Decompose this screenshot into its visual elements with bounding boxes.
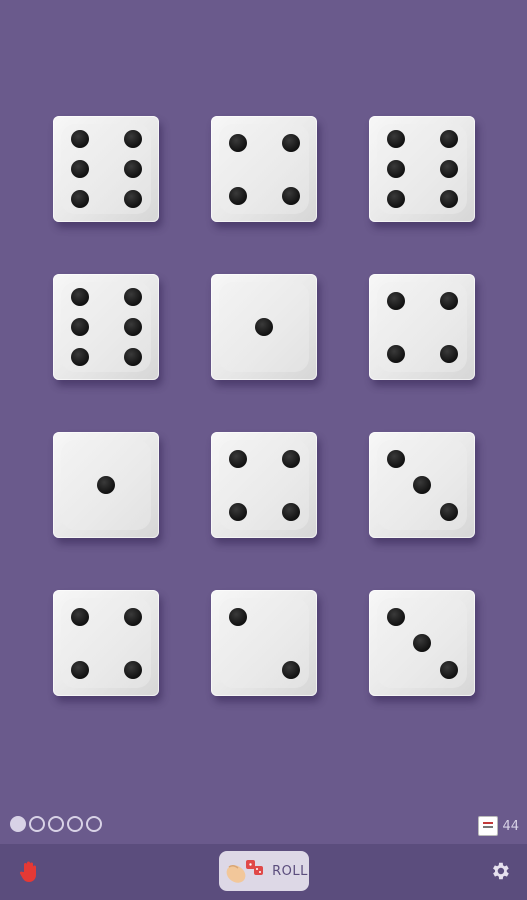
die-pip	[228, 607, 247, 626]
die-pip	[97, 476, 115, 494]
die-pip	[228, 502, 247, 521]
die-pip	[281, 186, 300, 205]
page-indicator	[10, 816, 102, 832]
die-5[interactable]	[211, 274, 317, 380]
roll-button-label: ROLL	[272, 863, 308, 879]
die-pip	[123, 160, 142, 178]
die-pip	[70, 318, 89, 336]
die-pip	[70, 160, 89, 178]
die-pip	[439, 660, 458, 679]
die-pip	[70, 130, 89, 149]
page-dot-1[interactable]	[10, 816, 26, 832]
die-pip	[123, 318, 142, 336]
die-pip	[228, 186, 247, 205]
die-7[interactable]	[53, 432, 159, 538]
die-3[interactable]	[369, 116, 475, 222]
settings-button[interactable]	[489, 860, 511, 882]
page-dot-4[interactable]	[67, 816, 83, 832]
die-2[interactable]	[211, 116, 317, 222]
die-pip	[413, 634, 431, 652]
hand-icon	[19, 861, 36, 882]
die-pip	[281, 502, 300, 521]
die-pip	[123, 288, 142, 307]
die-pip	[439, 130, 458, 149]
page-dot-3[interactable]	[48, 816, 64, 832]
die-pip	[255, 318, 273, 336]
die-pip	[439, 291, 458, 310]
die-pip	[70, 347, 89, 366]
die-pip	[281, 660, 300, 679]
die-pip	[228, 449, 247, 468]
die-pip	[386, 189, 405, 208]
gear-icon	[493, 862, 509, 880]
die-pip	[439, 189, 458, 208]
die-8[interactable]	[211, 432, 317, 538]
roll-counter: 44	[478, 816, 519, 836]
die-pip	[70, 660, 89, 679]
die-6[interactable]	[369, 274, 475, 380]
score-card-icon	[478, 816, 499, 836]
bottom-toolbar: ROLL	[0, 844, 527, 900]
die-pip	[70, 607, 89, 626]
die-pip	[123, 130, 142, 149]
die-pip	[70, 189, 89, 208]
page-dot-5[interactable]	[86, 816, 102, 832]
die-pip	[386, 130, 405, 149]
hold-button[interactable]	[16, 859, 42, 885]
die-pip	[386, 160, 405, 178]
die-pip	[123, 660, 142, 679]
die-pip	[439, 160, 458, 178]
die-pip	[386, 291, 405, 310]
die-pip	[70, 288, 89, 307]
die-1[interactable]	[53, 116, 159, 222]
die-pip	[123, 347, 142, 366]
die-10[interactable]	[53, 590, 159, 696]
roll-button[interactable]: ROLL	[219, 851, 309, 891]
die-pip	[386, 344, 405, 363]
dice-grid	[0, 0, 527, 760]
die-pip	[413, 476, 431, 494]
roll-count-value: 44	[502, 818, 519, 834]
die-pip	[281, 449, 300, 468]
die-4[interactable]	[53, 274, 159, 380]
die-pip	[386, 449, 405, 468]
die-12[interactable]	[369, 590, 475, 696]
die-11[interactable]	[211, 590, 317, 696]
die-pip	[439, 344, 458, 363]
die-pip	[123, 607, 142, 626]
page-dot-2[interactable]	[29, 816, 45, 832]
hand-with-dice-icon	[226, 860, 264, 883]
die-pip	[228, 133, 247, 152]
die-pip	[439, 502, 458, 521]
die-pip	[281, 133, 300, 152]
die-pip	[123, 189, 142, 208]
die-pip	[386, 607, 405, 626]
die-9[interactable]	[369, 432, 475, 538]
